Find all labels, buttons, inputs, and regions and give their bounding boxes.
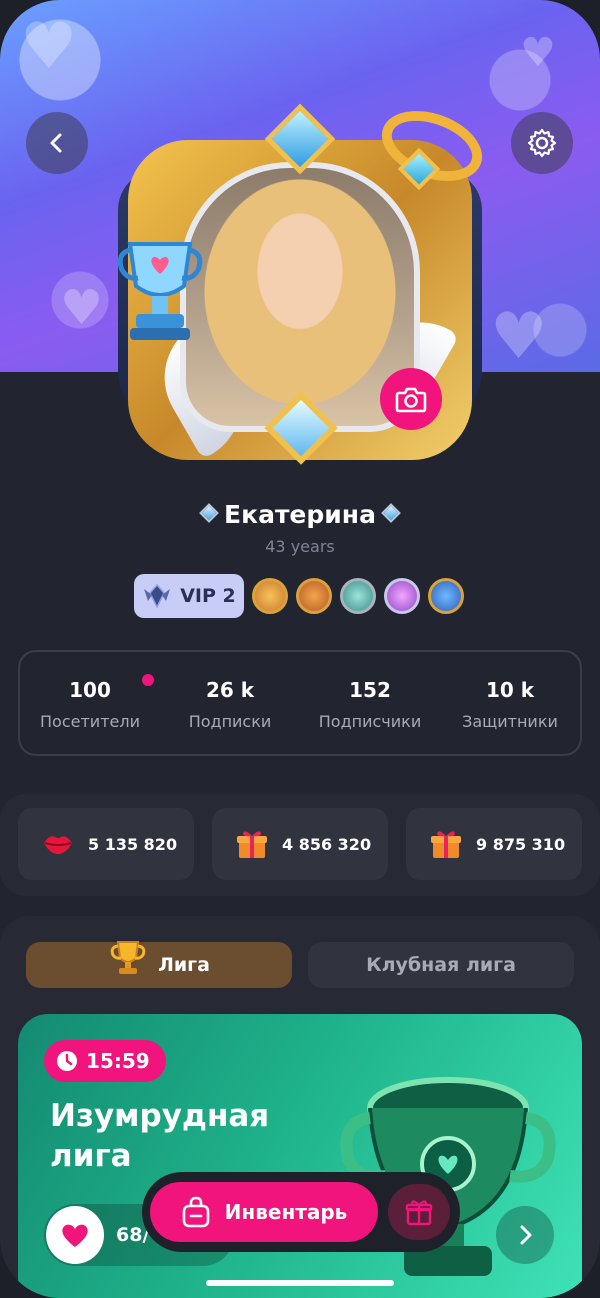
tab-label: Лига — [158, 954, 210, 976]
profile-age: 43 years — [265, 537, 335, 556]
bottom-action-bar: Инвентарь — [142, 1172, 460, 1252]
diamond-icon — [381, 503, 401, 523]
stat-defenders[interactable]: 10 k Защитники — [440, 652, 580, 754]
gift-box-icon — [237, 831, 267, 858]
currency-value: 4 856 320 — [282, 834, 372, 854]
league-timer: 15:59 — [44, 1040, 166, 1082]
tab-league[interactable]: Лига — [26, 941, 292, 988]
stat-label: Защитники — [462, 712, 558, 731]
stat-visitors[interactable]: 100 Посетители — [20, 652, 160, 754]
league-card[interactable]: 15:59 Изумрудная лига 68/ — [18, 1014, 582, 1298]
heart-icon — [62, 1224, 88, 1247]
notification-dot — [142, 674, 154, 686]
stat-value: 100 — [69, 678, 111, 702]
inventory-button[interactable]: Инвентарь — [150, 1182, 378, 1242]
heart-decoration-icon: ♥ — [60, 280, 104, 336]
badges-row: VIP 2 — [134, 574, 464, 618]
trophy-cup-icon — [117, 242, 203, 340]
change-photo-button[interactable] — [380, 368, 442, 430]
home-indicator[interactable] — [206, 1280, 394, 1286]
gear-icon — [527, 128, 557, 158]
camera-icon — [395, 387, 427, 413]
clock-icon — [57, 1051, 77, 1071]
chevron-left-icon — [50, 133, 62, 153]
tab-club-league[interactable]: Клубная лига — [308, 942, 574, 988]
achievement-medal-icon[interactable] — [340, 578, 376, 614]
stat-label: Посетители — [40, 712, 140, 731]
stat-label: Подписки — [188, 712, 272, 731]
vip-badge[interactable]: VIP 2 — [134, 574, 244, 618]
heart-decoration-icon: ♥ — [20, 10, 78, 84]
tab-label: Клубная лига — [366, 954, 516, 976]
currency-kisses[interactable]: 5 135 820 — [18, 808, 194, 880]
back-button[interactable] — [26, 112, 88, 174]
profile-name-row: Екатерина — [0, 500, 600, 529]
achievement-medal-icon[interactable] — [252, 578, 288, 614]
league-next-button[interactable] — [496, 1206, 554, 1264]
currency-value: 9 875 310 — [476, 834, 566, 854]
bag-icon — [182, 1196, 209, 1228]
gift-icon — [405, 1200, 433, 1226]
gold-trophy-icon — [110, 941, 146, 974]
achievement-medal-icon[interactable] — [428, 578, 464, 614]
chevron-right-icon — [520, 1225, 532, 1245]
achievement-medal-icon[interactable] — [384, 578, 420, 614]
timer-value: 15:59 — [86, 1049, 150, 1073]
currency-gifts-sent[interactable]: 4 856 320 — [212, 808, 388, 880]
progress-ring — [46, 1206, 104, 1264]
stat-subscriptions[interactable]: 26 k Подписки — [160, 652, 300, 754]
vip-label: VIP 2 — [180, 585, 236, 607]
inventory-label: Инвентарь — [224, 1200, 348, 1224]
league-title: Изумрудная лига — [50, 1098, 270, 1174]
heart-decoration-icon: ♥ — [490, 300, 548, 374]
kiss-lips-icon — [44, 836, 72, 854]
stat-value: 26 k — [205, 678, 255, 702]
stat-subscribers[interactable]: 152 Подписчики — [300, 652, 440, 754]
currency-gifts-received[interactable]: 9 875 310 — [406, 808, 582, 880]
stats-panel: 100 Посетители 26 k Подписки 152 Подписч… — [18, 650, 582, 756]
settings-button[interactable] — [511, 112, 573, 174]
heart-decoration-icon: ♥ — [520, 30, 556, 76]
profile-screen: ♥ ♥ ♥ ♥ Екатерина 43 years VIP 2 100 Пос… — [0, 0, 600, 1298]
stat-value: 152 — [349, 678, 391, 702]
currency-section: 5 135 820 4 856 320 9 875 310 — [0, 794, 600, 896]
currency-value: 5 135 820 — [88, 834, 178, 854]
diamond-icon — [199, 503, 219, 523]
vip-crest-icon — [144, 583, 171, 609]
gift-button[interactable] — [388, 1184, 450, 1240]
achievement-medal-icon[interactable] — [296, 578, 332, 614]
gift-box-icon — [431, 831, 461, 858]
profile-name: Екатерина — [224, 500, 376, 529]
stat-label: Подписчики — [318, 712, 422, 731]
stat-value: 10 k — [485, 678, 535, 702]
